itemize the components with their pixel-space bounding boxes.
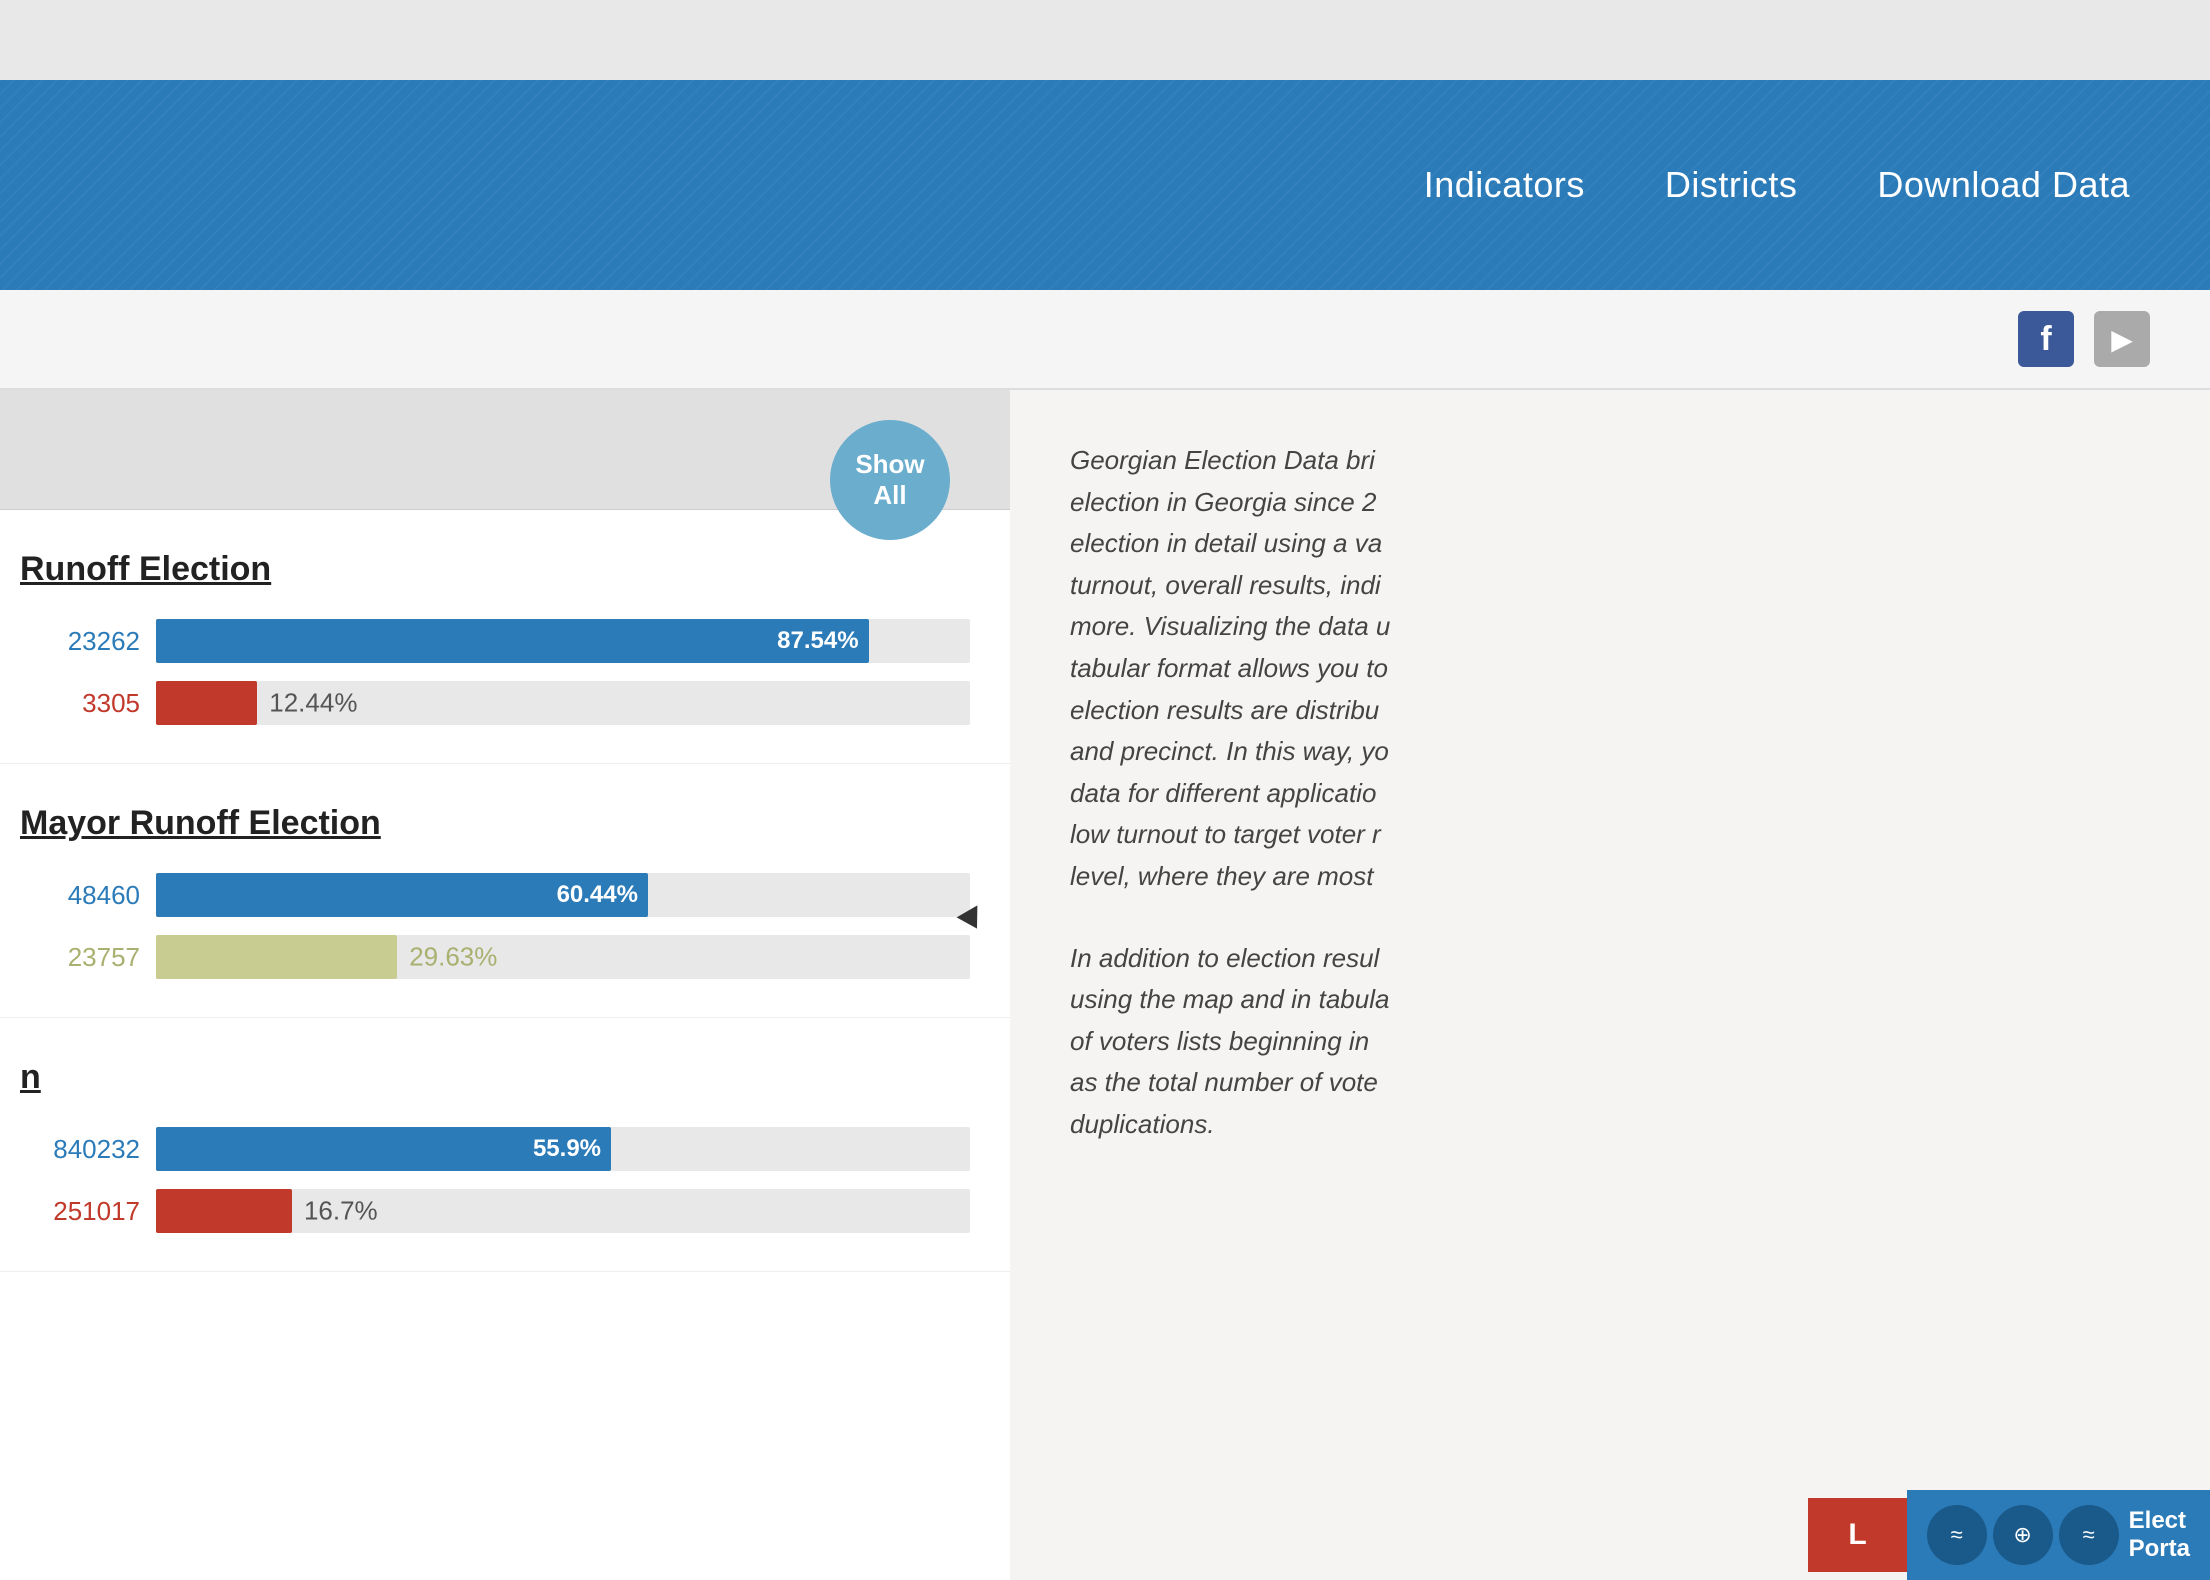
value-label-1: 23262 [20,626,140,657]
chart-row-4: 23757 29.63% [20,935,970,979]
nav-item-indicators[interactable]: Indicators [1424,164,1585,206]
bar-pct-5: 55.9% [533,1135,601,1163]
chart-row-3: 48460 60.44% [20,873,970,917]
bar-fill-3: 60.44% [156,873,648,917]
bar-fill-2 [156,681,257,725]
show-all-button[interactable]: ShowAll [830,420,950,540]
description-paragraph-1: Georgian Election Data bri election in G… [1070,440,2150,898]
top-bar [0,0,2210,80]
portal-icons: ≈ ⊕ ≈ [1927,1505,2119,1565]
description-paragraph-2: In addition to election resul using the … [1070,938,2150,1146]
value-label-5: 840232 [20,1134,140,1165]
chart-row-2: 3305 12.44% [20,681,970,725]
bar-fill-6 [156,1189,292,1233]
portal-icon-1: ≈ [1927,1505,1987,1565]
bar-container-4: 29.63% [156,935,970,979]
chart-row-1: 23262 87.54% [20,619,970,663]
nav-item-districts[interactable]: Districts [1665,164,1798,206]
bar-pct-6: 16.7% [304,1196,378,1227]
main-content: ShowAll Runoff Election 23262 87.54% 330… [0,390,2210,1580]
bar-container-2: 12.44% [156,681,970,725]
bar-container-1: 87.54% [156,619,970,663]
chart-row-5: 840232 55.9% [20,1127,970,1171]
description-panel: Georgian Election Data bri election in G… [1010,390,2210,1580]
bar-fill-5: 55.9% [156,1127,611,1171]
portal-widget: ≈ ⊕ ≈ ElectPorta [1907,1490,2210,1580]
show-all-label: ShowAll [855,449,924,511]
chart-row-6: 251017 16.7% [20,1189,970,1233]
portal-text: ElectPorta [2129,1507,2190,1563]
nav-links: Indicators Districts Download Data [1424,164,2130,206]
bar-fill-4 [156,935,397,979]
bar-container-6: 16.7% [156,1189,970,1233]
bar-pct-2: 12.44% [269,688,357,719]
mayor-runoff-title: Mayor Runoff Election [20,804,970,843]
portal-icon-2: ⊕ [1993,1505,2053,1565]
nav-header: Indicators Districts Download Data [0,80,2210,290]
value-label-6: 251017 [20,1196,140,1227]
bar-pct-4: 29.63% [409,942,497,973]
nav-item-download-data[interactable]: Download Data [1877,164,2130,206]
value-label-2: 3305 [20,688,140,719]
third-title: n [20,1058,970,1097]
runoff-election-title: Runoff Election [20,550,970,589]
value-label-4: 23757 [20,942,140,973]
facebook-button[interactable]: f [2018,311,2074,367]
charts-panel: ShowAll Runoff Election 23262 87.54% 330… [0,390,1010,1580]
third-section: n 840232 55.9% 251017 16.7% [0,1018,1010,1272]
mayor-runoff-section: Mayor Runoff Election 48460 60.44% 23757… [0,764,1010,1018]
social-bar: f ▶ [0,290,2210,390]
bar-container-5: 55.9% [156,1127,970,1171]
bar-fill-1: 87.54% [156,619,869,663]
portal-icon-3: ≈ [2059,1505,2119,1565]
value-label-3: 48460 [20,880,140,911]
bar-pct-3: 60.44% [557,881,638,909]
bar-pct-1: 87.54% [777,627,858,655]
bar-container-3: 60.44% [156,873,970,917]
bottom-right-area: L ≈ ⊕ ≈ ElectPorta [1808,1490,2210,1580]
red-button[interactable]: L [1808,1498,1906,1572]
runoff-election-section: Runoff Election 23262 87.54% 3305 12.44% [0,510,1010,764]
social-button-2[interactable]: ▶ [2094,311,2150,367]
